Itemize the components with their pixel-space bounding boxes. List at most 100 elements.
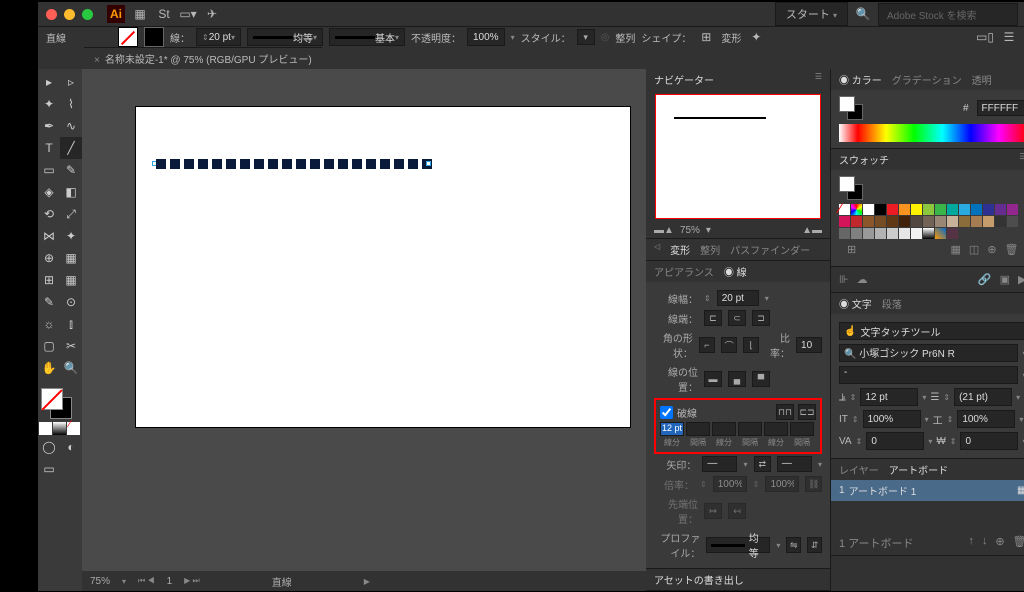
maximize-icon[interactable] xyxy=(82,9,93,20)
stroke-weight-input[interactable]: ⇕ 20 pt ▾ xyxy=(196,28,241,46)
layers-tab[interactable]: レイヤー xyxy=(839,462,879,477)
artboard-tool[interactable]: ▢ xyxy=(38,335,60,357)
width-tool[interactable]: ⋈ xyxy=(38,225,60,247)
tracking-input[interactable] xyxy=(960,432,1018,450)
asset-tab[interactable]: アセットの書き出し xyxy=(654,572,744,587)
dashed-line-object[interactable] xyxy=(156,159,500,169)
stroke-profile[interactable]: 均等 ▾ xyxy=(247,28,323,46)
style-button[interactable]: ▾ xyxy=(577,29,595,45)
draw-behind[interactable]: ◐ xyxy=(60,436,82,458)
appearance-tab[interactable]: アピアランス xyxy=(654,264,714,279)
shape-builder-tool[interactable]: ⊕ xyxy=(38,247,60,269)
font-style-select[interactable]: - xyxy=(839,366,1018,384)
transform-tab[interactable]: 変形 xyxy=(670,242,690,257)
flip-x-icon[interactable]: ⇋ xyxy=(786,537,801,553)
link-icon[interactable]: 🔗 xyxy=(978,273,992,286)
scale-tool[interactable]: ⤢ xyxy=(60,203,82,225)
ratio-input[interactable] xyxy=(796,337,822,353)
close-icon[interactable] xyxy=(46,9,57,20)
symbol-tool[interactable]: ☼ xyxy=(38,313,60,335)
scale-1-input[interactable] xyxy=(713,476,747,492)
corner-miter[interactable]: ⌐ xyxy=(699,337,715,353)
tip-1[interactable]: ↦ xyxy=(704,503,722,519)
minimize-icon[interactable] xyxy=(64,9,75,20)
fill-stroke-control[interactable] xyxy=(38,385,82,421)
color-mode[interactable] xyxy=(39,422,52,435)
dash-3-input[interactable] xyxy=(764,422,788,436)
type-tool[interactable]: T xyxy=(38,137,60,159)
magic-wand-tool[interactable]: ✦ xyxy=(38,93,60,115)
bridge-icon[interactable]: ▦ xyxy=(131,5,149,23)
font-size-input[interactable] xyxy=(860,388,918,406)
mesh-tool[interactable]: ⊞ xyxy=(38,269,60,291)
panel-menu-icon[interactable]: ☰ xyxy=(815,72,822,87)
slice-tool[interactable]: ✂ xyxy=(60,335,82,357)
swatches-tab[interactable]: スウォッチ xyxy=(839,152,889,167)
stock-search-input[interactable]: Adobe Stock を検索 xyxy=(878,3,1018,26)
transparency-tab[interactable]: 透明 xyxy=(972,72,992,87)
action-icon[interactable]: ▶ xyxy=(1018,273,1024,286)
transform-label[interactable]: 変形 xyxy=(721,30,741,45)
artboard[interactable] xyxy=(136,107,630,427)
opacity-input[interactable]: 100% xyxy=(467,28,505,46)
artboard-row[interactable]: 1 アートボード 1 ▦ xyxy=(831,480,1024,501)
gradient-mode[interactable] xyxy=(53,422,66,435)
char-tab[interactable]: ◉ 文字 xyxy=(839,296,872,311)
hex-input[interactable] xyxy=(977,100,1024,116)
close-tab-icon[interactable]: × xyxy=(94,55,100,66)
selection-handle[interactable] xyxy=(426,161,431,166)
shaper-tool[interactable]: ◈ xyxy=(38,181,60,203)
kerning-input[interactable] xyxy=(866,432,924,450)
selection-tool[interactable]: ▸ xyxy=(38,71,60,93)
dash-mode-2[interactable]: ⊏⊐ xyxy=(798,404,816,420)
dash-1-input[interactable]: 12 pt xyxy=(660,422,684,436)
navigator-preview[interactable] xyxy=(655,94,821,219)
none-mode[interactable]: ⁄ xyxy=(67,422,80,435)
brush-icon[interactable]: ⊪ xyxy=(839,273,849,286)
eraser-tool[interactable]: ◧ xyxy=(60,181,82,203)
panel-toggle-icon[interactable]: ▭▯ xyxy=(976,28,994,46)
arrow-start[interactable]: ― xyxy=(702,456,737,472)
arrange-icon[interactable]: ▭▾ xyxy=(179,5,197,23)
new-artboard-icon[interactable]: ⊕ xyxy=(995,535,1004,551)
line-tool[interactable]: ╱ xyxy=(60,137,82,159)
leading-input[interactable] xyxy=(954,388,1012,406)
blend-tool[interactable]: ⊙ xyxy=(60,291,82,313)
color-tab[interactable]: ◉ カラー xyxy=(839,72,882,87)
gap-3-input[interactable] xyxy=(790,422,814,436)
color-fill-stroke[interactable] xyxy=(839,96,863,120)
cap-square[interactable]: ⊐ xyxy=(752,310,770,326)
weight-input[interactable] xyxy=(717,290,759,306)
menu-icon[interactable]: ☰ xyxy=(1000,28,1018,46)
cap-round[interactable]: ⊂ xyxy=(728,310,746,326)
touch-tool-button[interactable]: ☝ 文字タッチツール xyxy=(839,322,1024,340)
panel-menu-icon[interactable]: ☰ xyxy=(1019,152,1024,167)
delete-icon[interactable]: 🗑 xyxy=(1013,535,1024,551)
gpu-icon[interactable]: ✈ xyxy=(203,5,221,23)
vscale-input[interactable] xyxy=(863,410,921,428)
fill-swatch[interactable] xyxy=(118,27,138,47)
collapse-icon[interactable]: ◁ xyxy=(654,242,660,257)
curvature-tool[interactable]: ∿ xyxy=(60,115,82,137)
search-icon[interactable]: 🔍 xyxy=(854,5,872,23)
corner-round[interactable]: ⌒ xyxy=(721,337,737,353)
cap-butt[interactable]: ⊏ xyxy=(704,310,722,326)
tip-2[interactable]: ↤ xyxy=(728,503,746,519)
corner-bevel[interactable]: ⌊ xyxy=(743,337,759,353)
rotate-tool[interactable]: ⟲ xyxy=(38,203,60,225)
para-tab[interactable]: 段落 xyxy=(882,296,902,311)
artboard-nav[interactable]: 1 xyxy=(167,576,173,587)
tb-icon-st[interactable]: St xyxy=(155,5,173,23)
artboards-tab[interactable]: アートボード xyxy=(889,462,948,477)
link-icon[interactable]: ⛓ xyxy=(805,476,822,492)
align-center[interactable]: ▬ xyxy=(704,371,722,387)
move-down-icon[interactable]: ↓ xyxy=(982,535,988,551)
move-up-icon[interactable]: ↑ xyxy=(968,535,974,551)
stroke-brush[interactable]: 基本 ▾ xyxy=(329,28,405,46)
swatch-fill-stroke[interactable] xyxy=(839,176,863,200)
profile-select[interactable]: 均等 xyxy=(706,537,770,553)
workspace-menu[interactable]: スタート ▾ xyxy=(775,2,848,26)
gradient-tool[interactable]: ▦ xyxy=(60,269,82,291)
artboard-options-icon[interactable]: ▦ xyxy=(1017,485,1024,496)
perspective-tool[interactable]: ▦ xyxy=(60,247,82,269)
